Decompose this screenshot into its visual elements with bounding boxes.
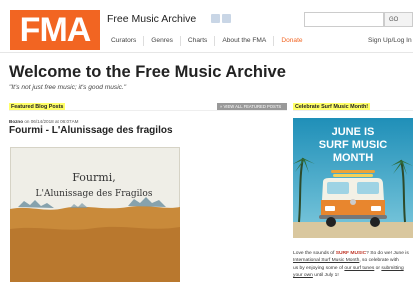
logo-text: FMA bbox=[19, 11, 92, 49]
post-artwork[interactable]: Fourmi, L'Alunissage des Fragilos bbox=[10, 147, 180, 282]
promo-text-1: Love the sounds of bbox=[293, 251, 336, 256]
submitting-link[interactable]: submitting bbox=[381, 266, 403, 271]
surf-tunes-link[interactable]: our surf tunes bbox=[344, 266, 374, 271]
promo-text-2: ? So do we! June is bbox=[366, 251, 409, 256]
site-title[interactable]: Free Music Archive bbox=[107, 13, 196, 25]
tagline: "It's not just free music; it's good mus… bbox=[9, 84, 127, 91]
art-title-line2: L'Alunissage des Fragilos bbox=[36, 189, 153, 199]
social-links bbox=[211, 14, 231, 23]
promo-highlight: SURF MUSIC bbox=[335, 251, 367, 256]
nav-genres[interactable]: Genres bbox=[143, 36, 180, 46]
banner-line3: MONTH bbox=[333, 152, 373, 164]
main-nav: Curators Genres Charts About the FMA Don… bbox=[104, 36, 310, 46]
post-author[interactable]: Bozno bbox=[9, 119, 23, 124]
promo-text-3: , so celebrate with bbox=[359, 258, 399, 264]
blog-divider bbox=[9, 110, 287, 111]
nav-about[interactable]: About the FMA bbox=[214, 36, 273, 46]
post-meta: Bozno on 06/14/2018 at 06:07AM bbox=[9, 119, 78, 124]
header-divider bbox=[0, 52, 413, 53]
post-date: on 06/14/2018 at 06:07AM bbox=[24, 119, 79, 124]
banner-line1: JUNE IS bbox=[332, 126, 375, 138]
promo-text-4: us by enjoying some of bbox=[293, 265, 345, 271]
search-go-button[interactable]: GO bbox=[384, 12, 413, 27]
fma-logo[interactable]: FMA bbox=[10, 10, 100, 50]
facebook-icon[interactable] bbox=[211, 14, 220, 23]
view-all-posts-button[interactable]: » VIEW ALL FEATURED POSTS bbox=[217, 103, 287, 110]
promo-text-6: until July 1! bbox=[312, 272, 339, 278]
surf-month-link[interactable]: International Surf Music Month bbox=[293, 258, 359, 263]
surf-month-banner[interactable]: JUNE IS SURF MUSIC MONTH bbox=[293, 118, 413, 238]
site-header: FMA Free Music Archive GO Curators Genre… bbox=[0, 0, 413, 52]
twitter-icon[interactable] bbox=[222, 14, 231, 23]
banner-line2: SURF MUSIC bbox=[319, 139, 388, 151]
signup-login-link[interactable]: Sign Up/Log In bbox=[368, 37, 412, 44]
post-title[interactable]: Fourmi - L'Alunissage des fragilos bbox=[9, 125, 173, 136]
art-title-line1: Fourmi, bbox=[72, 171, 115, 184]
nav-charts[interactable]: Charts bbox=[179, 36, 214, 46]
promo-divider bbox=[293, 110, 413, 111]
promo-description: Love the sounds of SURF MUSIC? So do we!… bbox=[293, 250, 413, 279]
page-title: Welcome to the Free Music Archive bbox=[9, 63, 286, 81]
nav-curators[interactable]: Curators bbox=[104, 36, 143, 46]
your-own-link[interactable]: your own bbox=[293, 273, 313, 278]
nav-donate[interactable]: Donate bbox=[273, 36, 309, 46]
search-input[interactable] bbox=[304, 12, 384, 27]
